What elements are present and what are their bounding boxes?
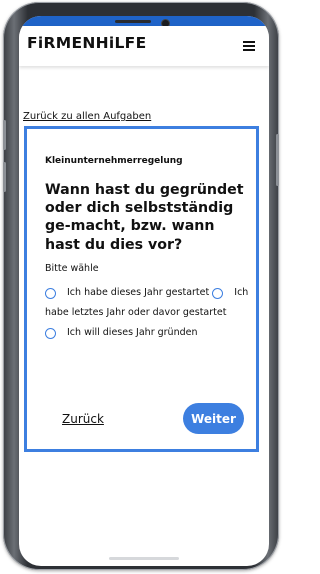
choose-hint: Bitte wähle bbox=[45, 263, 99, 274]
radio-option-this-year[interactable]: Ich habe dieses Jahr gestartet bbox=[45, 287, 212, 299]
next-button[interactable]: Weiter bbox=[183, 403, 244, 434]
speaker-grille bbox=[115, 20, 151, 23]
radio-unchecked-icon[interactable] bbox=[45, 328, 56, 339]
phone-screen: FiRMENHiLFE Zurück zu allen Aufgaben Kle… bbox=[19, 16, 269, 566]
radio-group: Ich habe dieses Jahr gestartet Ich habe … bbox=[45, 280, 250, 340]
question-heading: Wann hast du gegründet oder dich selbsts… bbox=[45, 182, 244, 253]
radio-unchecked-icon[interactable] bbox=[212, 288, 224, 299]
hamburger-menu-icon[interactable] bbox=[243, 41, 255, 51]
option-label: Ich habe dieses Jahr gestartet bbox=[67, 287, 210, 298]
brand-logo[interactable]: FiRMENHiLFE bbox=[27, 34, 146, 52]
home-indicator bbox=[109, 557, 179, 560]
phone-volume-down-button bbox=[3, 162, 6, 192]
phone-volume-up-button bbox=[3, 120, 6, 150]
phone-frame: FiRMENHiLFE Zurück zu allen Aufgaben Kle… bbox=[3, 2, 279, 570]
phone-power-button bbox=[276, 134, 279, 186]
back-to-tasks-link[interactable]: Zurück zu allen Aufgaben bbox=[23, 111, 151, 122]
question-card: Kleinunternehmerregelung Wann hast du ge… bbox=[24, 126, 259, 452]
app-header: FiRMENHiLFE bbox=[19, 26, 269, 66]
radio-unchecked-icon[interactable] bbox=[45, 288, 56, 299]
back-button[interactable]: Zurück bbox=[62, 412, 104, 426]
topic-label: Kleinunternehmerregelung bbox=[45, 156, 183, 166]
radio-option-plan-this-year[interactable]: Ich will dieses Jahr gründen bbox=[45, 327, 198, 339]
option-label: Ich will dieses Jahr gründen bbox=[67, 327, 198, 338]
